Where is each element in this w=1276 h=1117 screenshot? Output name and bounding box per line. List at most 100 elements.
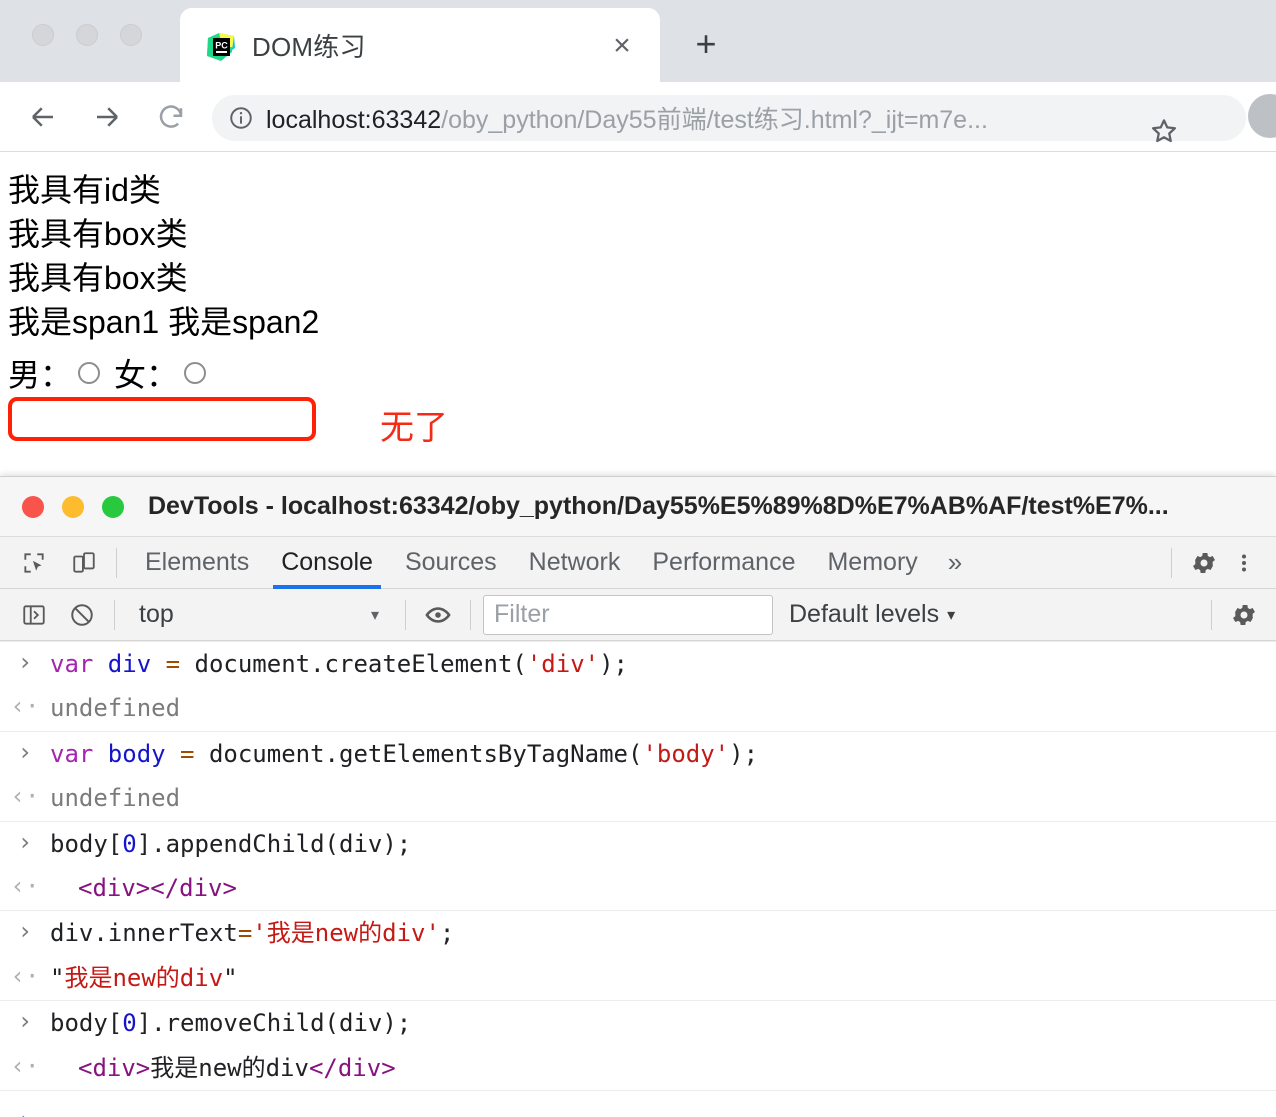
code-token: 我是new的div [64, 963, 224, 992]
devtools-maximize-button[interactable] [102, 495, 124, 518]
devtools-minimize-button[interactable] [62, 495, 84, 518]
page-text-line: 我具有id类 [8, 172, 161, 208]
code-token: ); [599, 650, 628, 678]
code-token: ; [439, 919, 455, 948]
tab-label: Elements [145, 548, 250, 576]
log-levels-value: Default levels [789, 600, 940, 628]
radio-male[interactable] [78, 362, 101, 384]
devtools-window: DevTools - localhost:63342/oby_python/Da… [0, 476, 1276, 1117]
page-text-line: 我具有box类 [8, 260, 188, 296]
console-input-arrow-icon: › [17, 917, 33, 946]
code-token: document.getElementsByTagName( [194, 739, 643, 768]
console-output-arrow-icon: ‹· [10, 1051, 40, 1080]
execution-context-value: top [139, 600, 174, 628]
tab-label: Performance [652, 548, 796, 576]
console-input-row: › body[0].appendChild(div); [0, 820, 1276, 866]
code-token: body[ [50, 829, 123, 858]
console-output-row: ‹· undefined [0, 776, 1276, 820]
console-message-text: var div = document.createElement('div'); [50, 648, 1276, 680]
gear-icon[interactable] [1184, 543, 1224, 583]
close-icon[interactable]: × [604, 28, 640, 64]
devtools-tabbar-actions [1159, 543, 1276, 583]
female-label: 女： [114, 357, 179, 393]
code-token: </div> [308, 1053, 396, 1082]
devtools-window-controls [22, 495, 124, 518]
devtools-close-button[interactable] [22, 495, 44, 518]
tab-elements[interactable]: Elements [129, 537, 265, 589]
console-message-text: body[0].appendChild(div); [50, 828, 1276, 860]
device-toolbar-icon[interactable] [64, 543, 104, 583]
code-token: " [223, 963, 238, 992]
devtools-titlebar: DevTools - localhost:63342/oby_python/Da… [0, 477, 1276, 537]
page-text-line: 我具有box类 [8, 216, 188, 252]
tab-label: Memory [827, 548, 918, 576]
radio-female[interactable] [184, 362, 207, 384]
code-token: div.innerText [50, 919, 238, 948]
divider [1211, 599, 1212, 630]
console-input-arrow-icon: › [17, 1007, 33, 1036]
info-icon[interactable] [228, 105, 254, 131]
console-output-row: ‹· undefined [0, 686, 1276, 730]
url-host: localhost:63342 [266, 106, 442, 134]
code-token: = [237, 919, 253, 948]
code-token: 0 [122, 829, 137, 858]
browser-tab[interactable]: PC DOM练习 × [180, 8, 660, 82]
tab-console[interactable]: Console [265, 537, 389, 589]
console-message-text: <div></div> [50, 872, 1276, 904]
url-path: /oby_python/Day55前端/test练习.html?_ijt=m7e… [441, 106, 988, 134]
code-token: <div> [78, 1053, 151, 1082]
console-prompt-row[interactable]: › [0, 1089, 1276, 1117]
tab-performance[interactable]: Performance [636, 537, 811, 589]
svg-text:PC: PC [215, 41, 228, 51]
inspect-element-icon[interactable] [14, 543, 54, 583]
execution-context-select[interactable]: top ▾ [127, 595, 393, 635]
browser-window-controls [32, 24, 142, 46]
gear-icon[interactable] [1224, 595, 1264, 635]
code-token: </div> [150, 873, 237, 902]
tab-label: Network [528, 548, 621, 576]
console-input-row: › var div = document.createElement('div')… [0, 641, 1276, 686]
divider [116, 547, 117, 578]
star-icon[interactable] [1138, 105, 1190, 157]
code-token: var [50, 739, 108, 768]
filter-input[interactable]: Filter [483, 594, 773, 635]
clear-console-icon[interactable] [62, 595, 102, 635]
console-input-arrow-icon: › [17, 827, 33, 856]
text-input[interactable] [8, 397, 316, 441]
reload-button[interactable] [148, 94, 194, 140]
console-toolbar: top ▾ Filter Default levels ▾ [0, 589, 1276, 641]
divider [114, 599, 115, 630]
window-close-button[interactable] [32, 24, 54, 46]
eye-icon[interactable] [418, 595, 458, 635]
window-maximize-button[interactable] [120, 24, 142, 46]
tab-memory[interactable]: Memory [811, 537, 933, 589]
console-output-row: ‹· "我是new的div" [0, 956, 1276, 1000]
pycharm-icon: PC [206, 32, 236, 62]
console-output-row: ‹· <div>我是new的div</div> [0, 1046, 1276, 1090]
tab-network[interactable]: Network [513, 537, 637, 589]
console-message-list[interactable]: › var div = document.createElement('div')… [0, 641, 1276, 1117]
kebab-menu-icon[interactable] [1224, 543, 1264, 583]
tab-label: Console [281, 548, 373, 576]
address-bar[interactable]: localhost:63342/oby_python/Day55前端/test练… [212, 95, 1246, 143]
console-message-text: var body = document.getElementsByTagName… [50, 738, 1276, 770]
console-input-row: › var body = document.getElementsByTagNam… [0, 730, 1276, 776]
divider [470, 599, 471, 630]
new-tab-button[interactable]: + [684, 22, 728, 66]
window-minimize-button[interactable] [76, 24, 98, 46]
avatar[interactable] [1248, 94, 1276, 138]
console-message-text: div.innerText='我是new的div'; [50, 917, 1276, 949]
show-console-sidebar-icon[interactable] [14, 595, 54, 635]
page-content: 我具有id类 我具有box类 我具有box类 我是span1 我是span2 男… [0, 152, 1276, 476]
male-label: 男： [8, 357, 73, 393]
tab-sources[interactable]: Sources [389, 537, 513, 589]
log-levels-select[interactable]: Default levels ▾ [789, 600, 955, 629]
devtools-title: DevTools - localhost:63342/oby_python/Da… [148, 492, 1169, 520]
more-tabs-icon[interactable]: » [934, 547, 976, 578]
code-token: <div> [78, 873, 151, 902]
forward-button[interactable] [84, 94, 130, 140]
back-button[interactable] [20, 94, 66, 140]
code-token: 'div' [526, 650, 600, 678]
console-prompt-arrow-icon: › [0, 1106, 50, 1117]
